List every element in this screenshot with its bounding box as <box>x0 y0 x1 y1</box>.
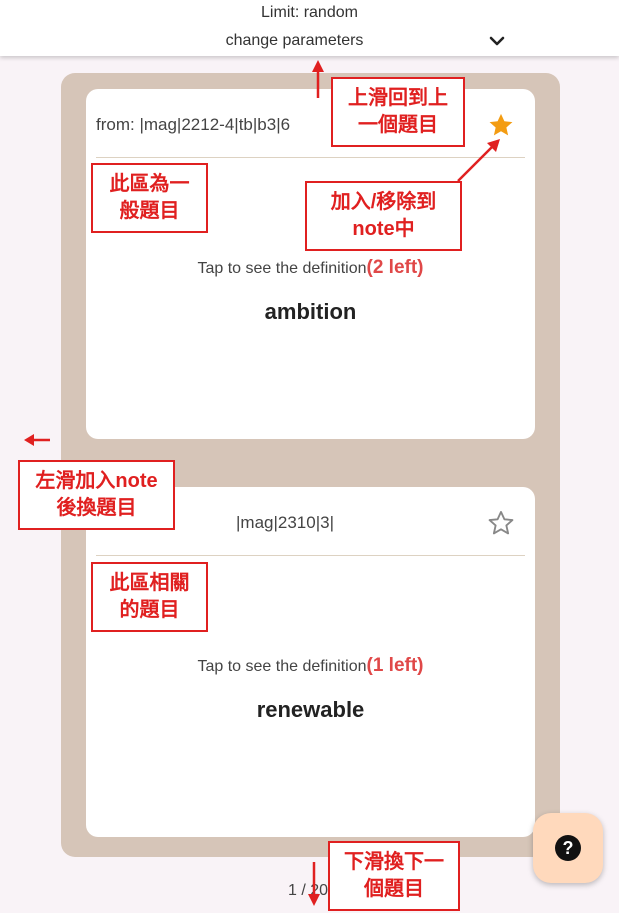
annotation-text: 此區為一 般題目 <box>109 173 190 222</box>
annotation-text: 上滑回到上 一個題目 <box>348 87 448 136</box>
annotation-swipe-left: 左滑加入note 後換題目 <box>18 460 175 530</box>
question-card-related[interactable]: |mag|2310|3| Tap to see the definition(1… <box>86 487 535 837</box>
tap-hint[interactable]: Tap to see the definition(1 left) <box>86 655 535 677</box>
chevron-down-icon[interactable] <box>488 33 506 49</box>
page-counter: 1 / 20 <box>288 882 329 899</box>
help-button[interactable]: ? <box>533 813 603 883</box>
question-card-current[interactable]: from: |mag|2212-4|tb|b3|6 Tap to see the… <box>86 89 535 439</box>
remaining-count: (2 left) <box>366 257 424 278</box>
question-mark-icon: ? <box>555 835 581 861</box>
annotation-text: 此區相關 的題目 <box>109 572 190 621</box>
annotation-swipe-down: 下滑換下一 個題目 <box>328 841 460 911</box>
vocabulary-word: renewable <box>256 697 365 722</box>
annotation-related-area: 此區相關 的題目 <box>91 562 208 632</box>
card-source-label: from: |mag|2212-4|tb|b3|6 <box>96 115 291 134</box>
star-outline-icon[interactable] <box>487 509 515 537</box>
tap-hint-text: Tap to see the definition <box>197 260 367 277</box>
remaining-count: (1 left) <box>366 655 424 676</box>
annotation-text: 加入/移除到 note中 <box>330 191 437 240</box>
card-divider <box>96 157 525 158</box>
card-source-label: |mag|2310|3| <box>236 513 335 532</box>
annotation-note-toggle: 加入/移除到 note中 <box>305 181 462 251</box>
annotation-text: 左滑加入note 後換題目 <box>35 470 158 519</box>
card-divider <box>96 555 525 556</box>
annotation-text: 下滑換下一 個題目 <box>344 851 444 900</box>
top-bar: Limit: random change parameters <box>0 0 619 56</box>
limit-label: Limit: random <box>261 4 358 21</box>
tap-hint-text: Tap to see the definition <box>197 658 367 675</box>
tap-hint[interactable]: Tap to see the definition(2 left) <box>86 257 535 279</box>
star-filled-icon[interactable] <box>487 111 515 139</box>
annotation-swipe-up: 上滑回到上 一個題目 <box>331 77 465 147</box>
annotation-general-area: 此區為一 般題目 <box>91 163 208 233</box>
vocabulary-word: ambition <box>264 299 357 324</box>
